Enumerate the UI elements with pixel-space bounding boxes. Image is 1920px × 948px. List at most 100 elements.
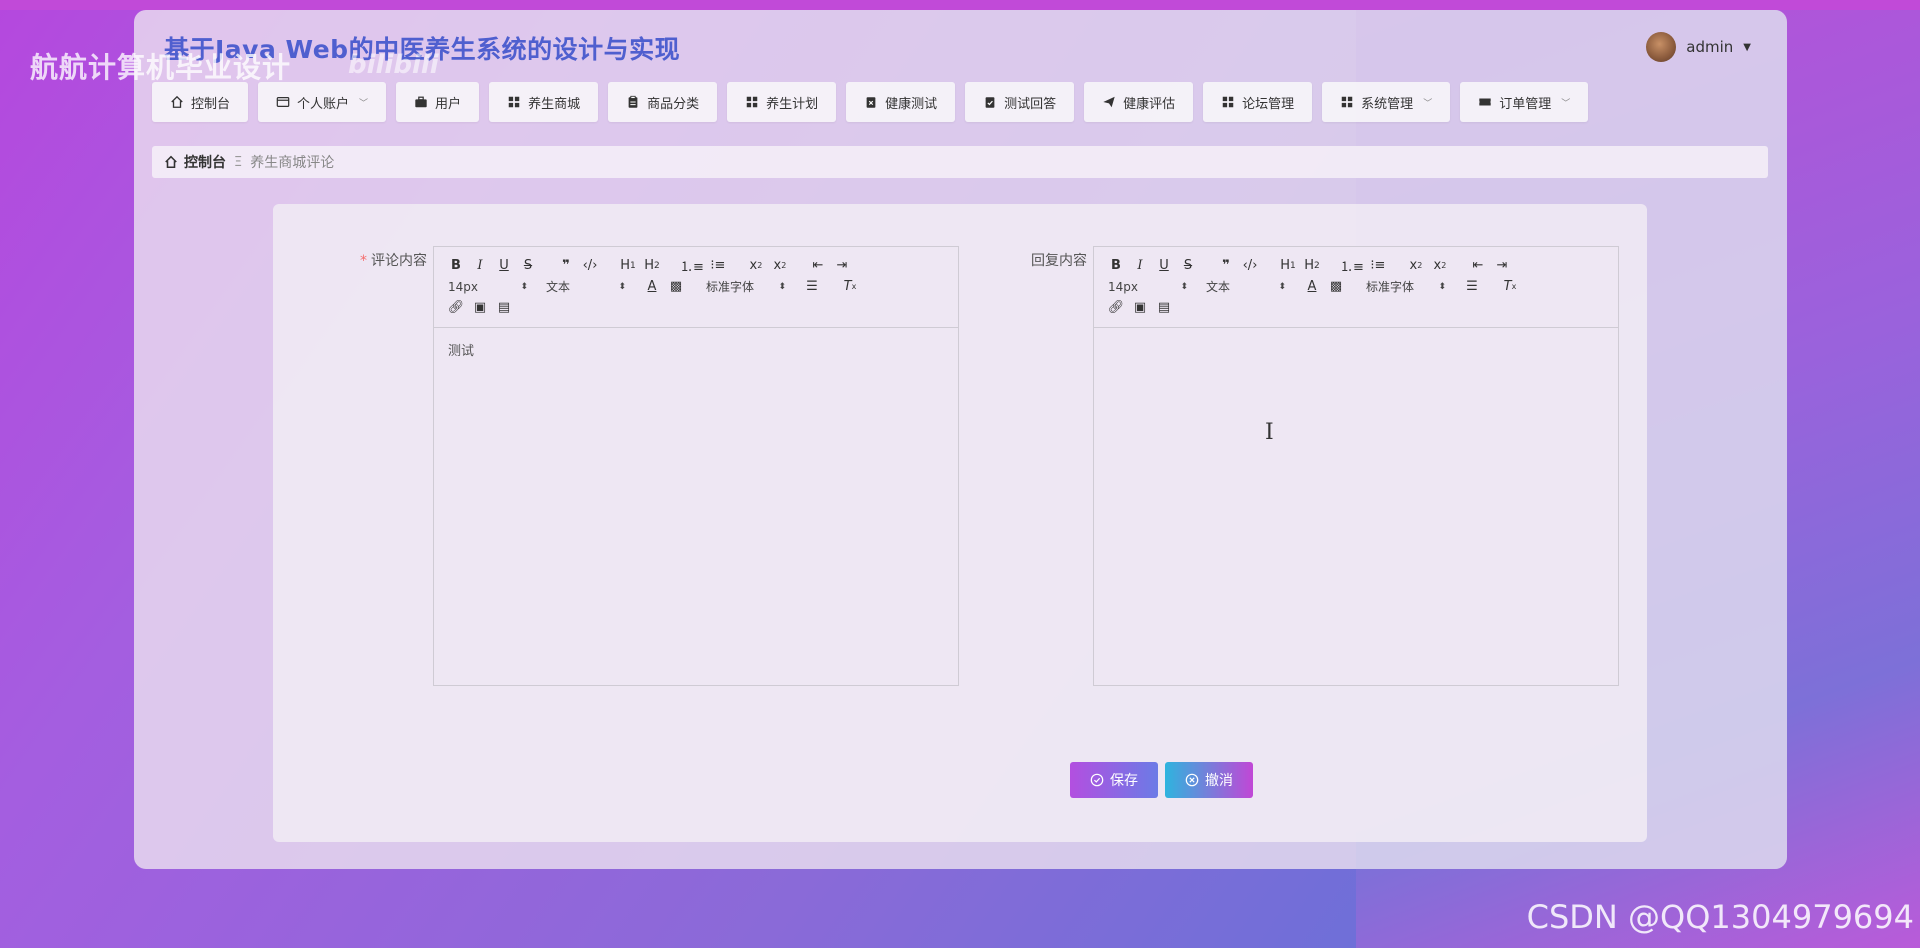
ticket-icon — [1479, 98, 1491, 106]
outdent-icon[interactable]: ⇤ — [1468, 256, 1488, 276]
font-family-select[interactable]: 标准字体 ⬍ — [704, 277, 788, 297]
underline-icon[interactable]: U — [494, 256, 514, 276]
nav-item-5[interactable]: 养生计划 — [727, 82, 837, 122]
font-family-value: 标准字体 — [706, 280, 755, 294]
align-icon[interactable]: ☰ — [802, 277, 822, 297]
nav-item-label: 订单管理 — [1499, 96, 1552, 112]
chevron-down-icon: ﹀ — [1423, 98, 1433, 109]
clipboard-icon — [628, 95, 638, 108]
reply-editor-toolbar: B I U S ❞ ‹/› H 1 H 2 ⒈≡ ⁝≡ x 2 x 2 ⇤ ⇥ 14px ⬍ 文本 ⬍ A ▩ 标准字体 ⬍ ☰ Tx… — [1094, 247, 1618, 328]
nav-item-7[interactable]: 测试回答 — [965, 82, 1075, 122]
ordered-list-icon[interactable]: ⒈≡ — [1340, 256, 1364, 276]
required-mark: * — [360, 253, 367, 269]
nav-item-label: 养生商城 — [528, 96, 581, 112]
indent-icon[interactable]: ⇥ — [1492, 256, 1512, 276]
nav-item-11[interactable]: 订单管理 ﹀ — [1460, 82, 1589, 122]
clear-format-icon[interactable]: Tx — [1500, 277, 1520, 297]
font-color-icon[interactable]: A — [642, 277, 662, 297]
superscript-icon[interactable]: x2 — [770, 256, 790, 276]
bold-icon[interactable]: B — [1106, 256, 1126, 276]
nav-item-label: 商品分类 — [647, 96, 700, 112]
cancel-button[interactable]: 撤消 — [1165, 762, 1253, 798]
font-family-select[interactable]: 标准字体 ⬍ — [1364, 277, 1448, 297]
italic-icon[interactable]: I — [1130, 256, 1150, 276]
quote-icon[interactable]: ❞ — [1216, 256, 1236, 276]
header-select[interactable]: 文本 ⬍ — [1204, 277, 1288, 297]
id-card-icon — [276, 97, 290, 107]
form-card: * 评论内容 B I U S ❞ ‹/› H 1 H 2 ⒈≡ ⁝≡ x 2 x 2 ⇤ ⇥ 14px ⬍ 文本 ⬍ A ▩ 标准… — [273, 204, 1647, 842]
underline-icon[interactable]: U — [1154, 256, 1174, 276]
avatar — [1646, 32, 1677, 62]
h2-icon[interactable]: H2 — [1302, 256, 1322, 276]
bold-icon[interactable]: B — [446, 256, 466, 276]
nav-item-label: 用户 — [435, 96, 462, 112]
nav-item-8[interactable]: 健康评估 — [1084, 82, 1194, 122]
home-icon — [171, 95, 183, 108]
comment-label-text: 评论内容 — [371, 253, 427, 269]
comment-editor-body[interactable]: 测试 — [434, 328, 958, 685]
cancel-label: 撤消 — [1205, 773, 1233, 789]
ordered-list-icon[interactable]: ⒈≡ — [680, 256, 704, 276]
code-icon[interactable]: ‹/› — [580, 256, 600, 276]
header-value: 文本 — [546, 280, 571, 294]
clear-format-icon[interactable]: Tx — [840, 277, 860, 297]
header-select[interactable]: 文本 ⬍ — [544, 277, 628, 297]
font-size-value: 14px — [448, 279, 478, 294]
nav-item-10[interactable]: 系统管理 ﹀ — [1322, 82, 1451, 122]
italic-icon[interactable]: I — [470, 256, 490, 276]
nav-item-label: 论坛管理 — [1242, 96, 1295, 112]
select-arrows-icon: ⬍ — [1180, 281, 1188, 292]
nav-item-9[interactable]: 论坛管理 — [1203, 82, 1313, 122]
watermark-text: 航航计算机毕业设计 — [30, 51, 292, 84]
reply-editor-body[interactable] — [1094, 328, 1618, 685]
nav-item-1[interactable]: 个人账户 ﹀ — [258, 82, 387, 122]
superscript-icon[interactable]: x2 — [1430, 256, 1450, 276]
video-icon[interactable]: ▤ — [494, 298, 514, 318]
outdent-icon[interactable]: ⇤ — [808, 256, 828, 276]
nav-item-2[interactable]: 用户 — [396, 82, 480, 122]
h1-icon[interactable]: H1 — [1278, 256, 1298, 276]
strike-icon[interactable]: S — [1178, 256, 1198, 276]
text-cursor-icon: I — [1265, 420, 1274, 445]
breadcrumb-current: 养生商城评论 — [250, 155, 335, 171]
subscript-icon[interactable]: x2 — [1406, 256, 1426, 276]
close-circle-icon — [1185, 773, 1199, 787]
chevron-down-icon: ﹀ — [359, 98, 369, 109]
font-size-value: 14px — [1108, 279, 1138, 294]
paper-plane-icon — [1103, 96, 1115, 108]
link-icon[interactable]: 🔗︎ — [446, 298, 466, 318]
align-icon[interactable]: ☰ — [1462, 277, 1482, 297]
nav-item-0[interactable]: 控制台 — [152, 82, 249, 122]
strike-icon[interactable]: S — [518, 256, 538, 276]
h1-icon[interactable]: H1 — [618, 256, 638, 276]
background-color-icon[interactable]: ▩ — [1326, 277, 1346, 297]
image-icon[interactable]: ▣ — [1130, 298, 1150, 318]
font-size-select[interactable]: 14px ⬍ — [1106, 277, 1190, 297]
nav-item-3[interactable]: 养生商城 — [489, 82, 599, 122]
font-family-value: 标准字体 — [1366, 280, 1415, 294]
subscript-icon[interactable]: x2 — [746, 256, 766, 276]
link-icon[interactable]: 🔗︎ — [1106, 298, 1126, 318]
bullet-list-icon[interactable]: ⁝≡ — [708, 256, 728, 276]
indent-icon[interactable]: ⇥ — [832, 256, 852, 276]
quote-icon[interactable]: ❞ — [556, 256, 576, 276]
breadcrumb-home-label: 控制台 — [184, 155, 226, 171]
code-icon[interactable]: ‹/› — [1240, 256, 1260, 276]
h2-icon[interactable]: H2 — [642, 256, 662, 276]
video-icon[interactable]: ▤ — [1154, 298, 1174, 318]
user-menu[interactable]: admin ▼ — [1646, 32, 1751, 62]
font-size-select[interactable]: 14px ⬍ — [446, 277, 530, 297]
background-color-icon[interactable]: ▩ — [666, 277, 686, 297]
comment-editor-toolbar: B I U S ❞ ‹/› H 1 H 2 ⒈≡ ⁝≡ x 2 x 2 ⇤ ⇥ 14px ⬍ 文本 ⬍ A ▩ 标准字体 ⬍ ☰ Tx… — [434, 247, 958, 328]
nav-item-6[interactable]: 健康测试 — [846, 82, 956, 122]
breadcrumb-home[interactable]: 控制台 — [164, 152, 226, 172]
select-arrows-icon: ⬍ — [520, 281, 528, 292]
bilibili-watermark: bilibili — [348, 50, 439, 80]
save-button[interactable]: 保存 — [1070, 762, 1158, 798]
font-color-icon[interactable]: A — [1302, 277, 1322, 297]
image-icon[interactable]: ▣ — [470, 298, 490, 318]
grid-icon — [508, 96, 520, 108]
reply-label: 回复内容 — [1031, 253, 1087, 269]
nav-item-4[interactable]: 商品分类 — [608, 82, 718, 122]
bullet-list-icon[interactable]: ⁝≡ — [1368, 256, 1388, 276]
